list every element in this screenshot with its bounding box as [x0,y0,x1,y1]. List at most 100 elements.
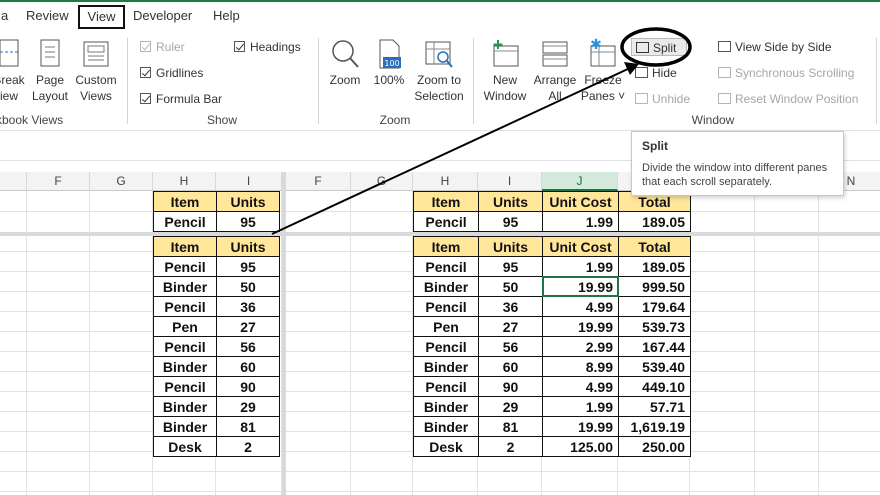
table-cell[interactable]: 95 [216,211,280,232]
zoom-100-button[interactable]: 100 100% [370,34,408,104]
column-header[interactable]: H [153,172,216,191]
table-cell[interactable]: 81 [216,416,280,437]
table-cell[interactable]: 36 [478,296,543,317]
table-cell[interactable]: Binder [413,356,479,377]
tab-data[interactable]: a [0,5,12,29]
table-cell[interactable]: 539.73 [618,316,691,337]
table-cell[interactable]: 90 [478,376,543,397]
column-header[interactable]: G [90,172,153,191]
table-header-cell[interactable]: Item [153,236,217,257]
table-cell[interactable]: 125.00 [542,436,619,457]
table-header-cell[interactable]: Units [216,236,280,257]
table-cell[interactable]: 90 [216,376,280,397]
table-cell[interactable]: 56 [478,336,543,357]
column-header[interactable]: J [542,172,618,191]
table-header-cell[interactable]: Item [153,191,217,212]
table-cell[interactable]: Binder [153,356,217,377]
table-cell[interactable]: Binder [413,416,479,437]
column-header[interactable]: F [286,172,351,191]
table-header-cell[interactable]: Item [413,191,479,212]
table-cell[interactable]: Binder [153,276,217,297]
table-cell[interactable]: 1.99 [542,396,619,417]
column-header[interactable]: G [351,172,413,191]
table-cell[interactable]: Pencil [153,296,217,317]
table-header-cell[interactable]: Unit Cost [542,236,619,257]
arrange-all-button[interactable]: Arrange All [532,34,578,104]
worksheet-grid[interactable]: FGHIFGHIJKLMNItemUnitsPencil95ItemUnitsP… [0,172,880,495]
table-cell[interactable]: Pencil [413,296,479,317]
column-header[interactable]: F [27,172,90,191]
table-header-cell[interactable]: Units [216,191,280,212]
tab-view[interactable]: View [78,5,125,29]
table-cell[interactable]: 8.99 [542,356,619,377]
table-cell[interactable]: Pencil [413,256,479,277]
table-cell[interactable]: 2.99 [542,336,619,357]
column-header[interactable]: H [413,172,478,191]
table-cell[interactable]: 19.99 [542,276,619,297]
unhide-button[interactable]: Unhide [635,90,690,108]
page-break-preview-button[interactable]: Break iew [0,34,26,104]
table-cell[interactable]: Pencil [413,211,479,232]
zoom-to-selection-button[interactable]: Zoom to Selection [411,34,467,104]
tab-review[interactable]: Review [22,5,73,29]
table-cell[interactable]: 19.99 [542,416,619,437]
table-cell[interactable]: Pencil [413,336,479,357]
table-header-cell[interactable]: Item [413,236,479,257]
table-cell[interactable]: 56 [216,336,280,357]
synchronous-scrolling-button[interactable]: Synchronous Scrolling [718,64,854,82]
table-cell[interactable]: Binder [413,276,479,297]
table-cell[interactable]: 36 [216,296,280,317]
table-cell[interactable]: 2 [478,436,543,457]
table-cell[interactable]: 50 [216,276,280,297]
table-cell[interactable]: 2 [216,436,280,457]
split-button[interactable]: Split [631,38,687,56]
table-cell[interactable]: Pencil [153,256,217,277]
freeze-panes-button[interactable]: ✱ Freeze Panes ˅ [580,34,626,104]
table-cell[interactable]: Pen [153,316,217,337]
table-cell[interactable]: 999.50 [618,276,691,297]
table-cell[interactable]: 29 [478,396,543,417]
table-cell[interactable]: 81 [478,416,543,437]
table-cell[interactable]: Binder [153,416,217,437]
table-cell[interactable]: 539.40 [618,356,691,377]
table-cell[interactable]: 50 [478,276,543,297]
table-cell[interactable]: 95 [216,256,280,277]
column-header[interactable]: I [216,172,282,191]
table-cell[interactable]: 95 [478,256,543,277]
page-layout-button[interactable]: Page Layout [30,34,70,104]
table-cell[interactable]: Binder [413,396,479,417]
table-cell[interactable]: Pencil [153,376,217,397]
table-cell[interactable]: 57.71 [618,396,691,417]
reset-window-position-button[interactable]: Reset Window Position [718,90,858,108]
hide-button[interactable]: Hide [635,64,677,82]
custom-views-button[interactable]: Custom Views [73,34,119,104]
table-cell[interactable]: 179.64 [618,296,691,317]
table-cell[interactable]: 1.99 [542,211,619,232]
headings-checkbox[interactable]: Headings [234,40,301,56]
view-side-by-side-button[interactable]: View Side by Side [718,38,832,56]
tab-help[interactable]: Help [209,5,244,29]
table-cell[interactable]: 167.44 [618,336,691,357]
table-cell[interactable]: 250.00 [618,436,691,457]
table-cell[interactable]: 4.99 [542,376,619,397]
column-header[interactable]: I [478,172,542,191]
table-cell[interactable]: 19.99 [542,316,619,337]
table-header-cell[interactable]: Total [618,236,691,257]
table-header-cell[interactable]: Unit Cost [542,191,619,212]
table-cell[interactable]: Pencil [153,336,217,357]
table-cell[interactable]: 27 [478,316,543,337]
table-cell[interactable]: 1.99 [542,256,619,277]
new-window-button[interactable]: New Window [480,34,530,104]
gridlines-checkbox[interactable]: Gridlines [140,66,203,82]
ruler-checkbox[interactable]: Ruler [140,40,185,56]
tab-developer[interactable]: Developer [129,5,196,29]
formula-bar-checkbox[interactable]: Formula Bar [140,92,222,108]
table-cell[interactable]: 1,619.19 [618,416,691,437]
table-cell[interactable]: 95 [478,211,543,232]
table-cell[interactable]: Binder [153,396,217,417]
zoom-button[interactable]: Zoom [326,34,364,104]
table-cell[interactable]: 189.05 [618,211,691,232]
table-cell[interactable]: 29 [216,396,280,417]
column-header[interactable] [0,172,27,191]
table-cell[interactable]: 4.99 [542,296,619,317]
